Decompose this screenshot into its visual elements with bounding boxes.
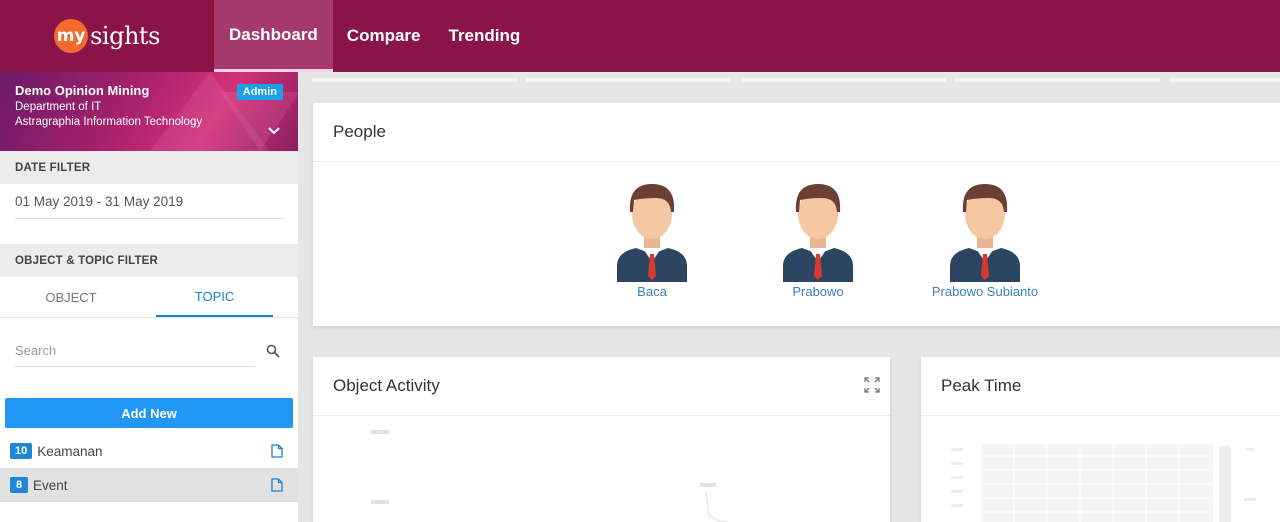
person-name[interactable]: Prabowo Subianto [925,284,1045,299]
person-name[interactable]: Baca [592,284,712,299]
logo-text: sights [90,22,160,50]
person-avatar-icon [950,184,1020,282]
scrolled-panel-edge [298,72,1280,82]
date-filter: 01 May 2019 - 31 May 2019 [0,184,298,244]
app-logo[interactable]: my sights [0,0,214,72]
card-title: Peak Time [941,376,1022,395]
count-badge: 8 [10,477,28,493]
person-name[interactable]: Prabowo [758,284,878,299]
expand-icon[interactable] [864,377,880,398]
card-title: People [333,122,386,141]
object-activity-card: Object Activity [313,357,890,522]
person-item[interactable]: Baca [592,180,712,299]
search-input[interactable] [15,334,255,367]
document-icon[interactable] [271,444,283,461]
peak-time-card: Peak Time [921,357,1280,522]
add-new-button[interactable]: Add New [5,398,293,428]
nav-dashboard[interactable]: Dashboard [214,0,333,72]
topic-label: Event [33,477,68,493]
search-icon[interactable] [266,344,280,363]
date-range-field[interactable]: 01 May 2019 - 31 May 2019 [15,184,285,219]
heatmap-partial [951,444,1256,522]
person-avatar-icon [617,184,687,282]
topic-filter-heading: OBJECT & TOPIC FILTER [0,244,298,277]
top-navbar: my sights Dashboard Compare Trending [0,0,1280,72]
document-icon[interactable] [271,478,283,495]
logo-badge: my [54,19,89,53]
tab-object[interactable]: OBJECT [0,277,142,317]
search-row [0,318,298,374]
main-nav: Dashboard Compare Trending [214,0,534,72]
nav-trending[interactable]: Trending [434,0,534,72]
list-item[interactable]: 8 Event [0,468,298,502]
date-filter-heading: DATE FILTER [0,151,298,184]
nav-compare[interactable]: Compare [333,0,435,72]
chevron-down-icon[interactable] [268,122,280,138]
org-company: Astragraphia Information Technology [15,116,203,128]
org-department: Department of IT [15,101,102,113]
filter-tabs: OBJECT TOPIC [0,277,298,318]
list-item[interactable]: 10 Keamanan [0,434,298,468]
person-item[interactable]: Prabowo Subianto [925,180,1045,299]
sidebar: Demo Opinion Mining Department of IT Ast… [0,72,298,522]
tab-topic[interactable]: TOPIC [156,277,273,317]
org-switcher[interactable]: Demo Opinion Mining Department of IT Ast… [0,72,298,151]
activity-chart-partial [371,430,729,522]
count-badge: 10 [10,443,33,459]
topic-label: Keamanan [37,443,103,459]
divider [313,161,1280,162]
card-title: Object Activity [333,376,440,395]
person-item[interactable]: Prabowo [758,180,878,299]
role-badge: Admin [236,84,283,100]
person-avatar-icon [783,184,853,282]
